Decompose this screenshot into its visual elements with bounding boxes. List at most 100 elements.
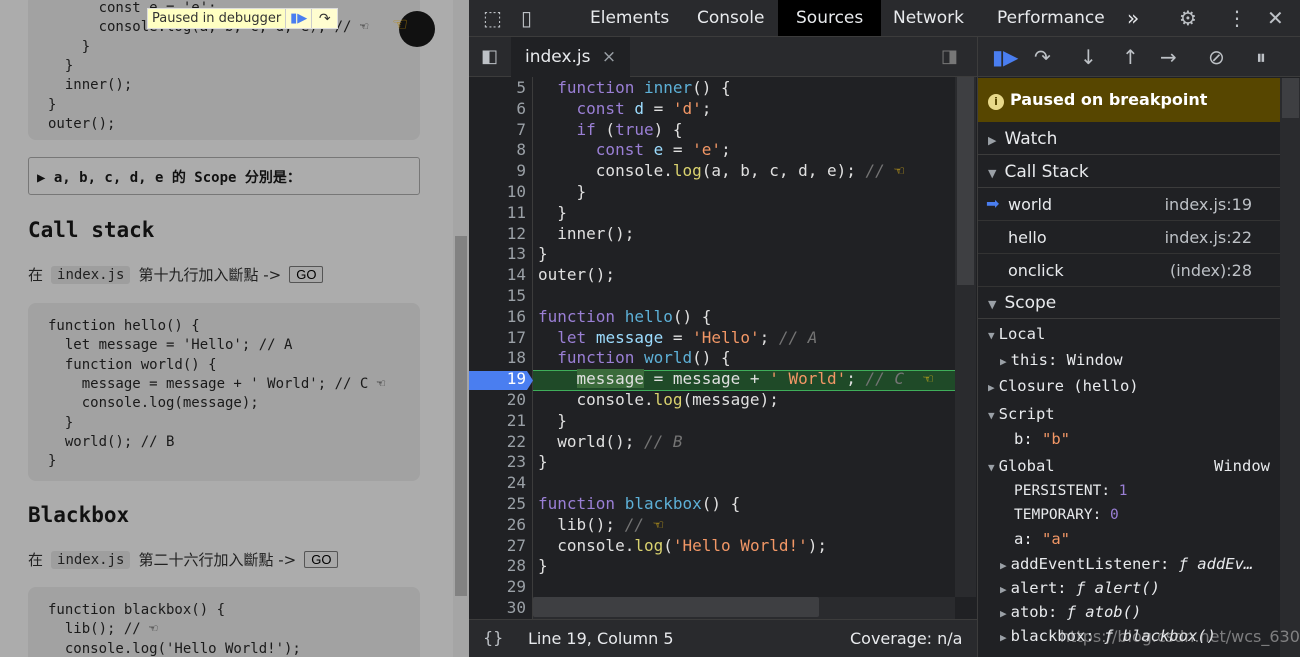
- line-gutter[interactable]: 5 6 7 8 9 10 11 12 13 14 15 16 17 18 19 20 21 22 23 24 25 26 2…: [469, 77, 533, 619]
- code-editor[interactable]: 5 6 7 8 9 10 11 12 13 14 15 16 17 18 19 20 21 22 23 24 25 26 2…: [469, 77, 976, 619]
- editor-vertical-scroll-thumb[interactable]: [957, 77, 974, 285]
- scope-local[interactable]: ▼ Local: [988, 325, 1045, 343]
- device-toolbar-icon[interactable]: ▯: [521, 6, 532, 30]
- current-frame-arrow-icon: ➡: [986, 194, 1000, 213]
- line-number[interactable]: 20: [469, 390, 526, 411]
- editor-horizontal-scroll-thumb[interactable]: [533, 597, 819, 617]
- line-number[interactable]: 27: [469, 536, 526, 557]
- tab-elements[interactable]: Elements: [572, 0, 687, 36]
- scope-script[interactable]: ▼ Script: [988, 405, 1055, 423]
- step-out-icon[interactable]: ↑: [1122, 45, 1139, 69]
- watch-section-header[interactable]: ▶ Watch: [978, 123, 1280, 155]
- scope-var-atob[interactable]: ▶ atob: ƒ atob(): [1000, 603, 1141, 621]
- line-number[interactable]: 14: [469, 265, 526, 286]
- line-number[interactable]: 22: [469, 432, 526, 453]
- frame-location[interactable]: (index):28: [1170, 261, 1252, 280]
- line-number[interactable]: 19: [469, 369, 526, 390]
- scope-var-temporary: TEMPORARY: 0: [1014, 507, 1119, 523]
- code-token: 'd': [672, 98, 702, 118]
- code-token: }: [538, 556, 548, 576]
- line-number[interactable]: 8: [469, 140, 526, 161]
- gear-icon[interactable]: ⚙: [1179, 6, 1197, 30]
- code-line: message = message + ' World'; // C ☜: [48, 375, 386, 392]
- code-token: // B: [643, 431, 683, 451]
- call-frame-world[interactable]: ➡ world index.js:19: [978, 189, 1280, 221]
- code-line: console.log('Hello World!');: [48, 640, 301, 657]
- step-icon[interactable]: →: [1160, 45, 1177, 69]
- line-number[interactable]: 24: [469, 473, 526, 494]
- code-line: if (true) {: [538, 120, 683, 141]
- expand-arrow-icon: ▶: [988, 134, 997, 147]
- call-frame-onclick[interactable]: onclick (index):28: [978, 255, 1280, 287]
- resume-icon[interactable]: ▮▶: [992, 45, 1018, 69]
- line-number[interactable]: 13: [469, 244, 526, 265]
- line-number[interactable]: 5: [469, 78, 526, 99]
- frame-location[interactable]: index.js:19: [1165, 195, 1252, 214]
- line-number[interactable]: 9: [469, 161, 526, 182]
- line-number[interactable]: 11: [469, 203, 526, 224]
- code-token: e: [653, 140, 664, 160]
- deactivate-breakpoints-icon[interactable]: ⊘: [1208, 45, 1225, 69]
- frame-location[interactable]: index.js:22: [1165, 228, 1252, 247]
- step-over-icon[interactable]: ↷: [1034, 45, 1051, 69]
- scope-section-header[interactable]: ▼ Scope: [978, 287, 1280, 319]
- line-number[interactable]: 21: [469, 411, 526, 432]
- blackbox-instruction: 在 index.js 第二十六行加入斷點 -> GO: [28, 549, 339, 570]
- code-token: 'Hello': [692, 327, 760, 347]
- scope-closure[interactable]: ▶ Closure (hello): [988, 377, 1139, 395]
- file-tab-index-js[interactable]: index.js ×: [511, 37, 631, 77]
- kebab-menu-icon[interactable]: ⋮: [1227, 6, 1247, 30]
- scope-global[interactable]: ▼ Global Window: [988, 457, 1270, 475]
- tab-sources[interactable]: Sources: [778, 0, 882, 36]
- toggle-navigator-icon[interactable]: ◧: [481, 46, 498, 67]
- call-stack-section-header[interactable]: ▼ Call Stack: [978, 156, 1280, 188]
- page-scrollbar-thumb[interactable]: [455, 236, 467, 596]
- code-line: const e = 'e';: [538, 140, 731, 161]
- line-number[interactable]: 16: [469, 307, 526, 328]
- scope-var-alert[interactable]: ▶ alert: ƒ alert(): [1000, 579, 1160, 597]
- inspect-element-icon[interactable]: ⬚: [483, 6, 502, 30]
- pause-on-exceptions-icon[interactable]: ⏸: [1256, 45, 1266, 69]
- line-number[interactable]: 28: [469, 556, 526, 577]
- sidebar-scroll-thumb[interactable]: [1282, 78, 1299, 118]
- scope-var-addeventlistener[interactable]: ▶ addEventListener: ƒ addEv…: [1000, 555, 1253, 573]
- step-over-button[interactable]: ↷: [311, 9, 338, 28]
- debugger-toolbar: ▮▶ ↷ ↓ ↑ → ⊘ ⏸: [978, 37, 1300, 77]
- line-number[interactable]: 23: [469, 452, 526, 473]
- code-token: inner: [643, 78, 693, 97]
- pretty-print-button[interactable]: {}: [483, 628, 503, 647]
- line-number[interactable]: 18: [469, 348, 526, 369]
- resume-button[interactable]: ▮▶: [285, 9, 312, 28]
- frame-function: onclick: [1008, 261, 1064, 280]
- line-number[interactable]: 29: [469, 577, 526, 598]
- go-button-blackbox[interactable]: GO: [304, 551, 339, 568]
- close-tab-icon[interactable]: ×: [602, 47, 616, 67]
- line-number[interactable]: 30: [469, 598, 526, 619]
- sidebar-scrollbar[interactable]: [1280, 78, 1300, 657]
- close-icon[interactable]: ✕: [1267, 6, 1284, 30]
- call-frame-hello[interactable]: hello index.js:22: [978, 222, 1280, 254]
- line-number[interactable]: 7: [469, 120, 526, 141]
- line-number[interactable]: 12: [469, 224, 526, 245]
- tab-performance[interactable]: Performance: [979, 0, 1123, 36]
- line-number[interactable]: 26: [469, 515, 526, 536]
- toggle-debugger-icon[interactable]: ◨: [941, 46, 958, 67]
- instruction-text: 第十九行加入斷點 ->: [138, 266, 282, 284]
- tab-network[interactable]: Network: [875, 0, 982, 36]
- scope-this[interactable]: ▶ this: Window: [1000, 351, 1123, 369]
- line-number[interactable]: 25: [469, 494, 526, 515]
- scope-details-toggle[interactable]: ▶ a, b, c, d, e 的 Scope 分別是：: [28, 157, 420, 195]
- line-number[interactable]: 17: [469, 328, 526, 349]
- line-number[interactable]: 15: [469, 286, 526, 307]
- line-number[interactable]: 10: [469, 182, 526, 203]
- go-button-call-stack[interactable]: GO: [289, 266, 324, 283]
- tab-console[interactable]: Console: [679, 0, 783, 36]
- step-into-icon[interactable]: ↓: [1080, 45, 1097, 69]
- line-number[interactable]: 6: [469, 99, 526, 120]
- code-line: function blackbox() {: [538, 494, 740, 515]
- more-tabs-button[interactable]: »: [1109, 0, 1157, 36]
- code-token: inner();: [538, 223, 635, 243]
